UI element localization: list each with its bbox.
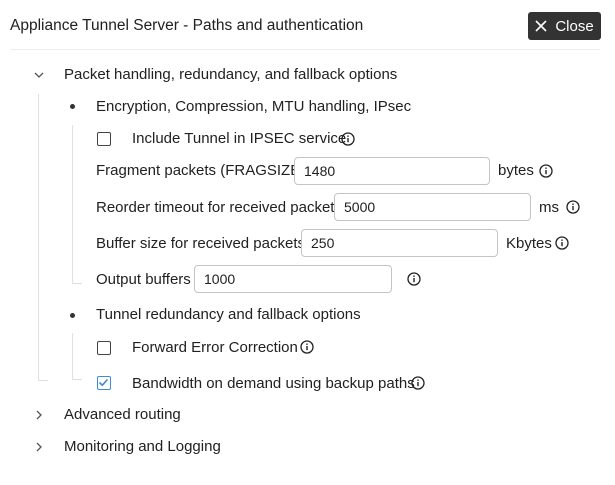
tree-line-end	[38, 380, 48, 381]
bandwidth-on-demand-checkbox[interactable]	[97, 376, 111, 390]
buffer-size-input[interactable]	[301, 229, 498, 257]
fragsize-unit: bytes	[498, 162, 534, 179]
info-icon[interactable]	[411, 376, 425, 395]
info-icon[interactable]	[566, 200, 580, 219]
check-icon	[98, 377, 110, 388]
info-icon[interactable]	[300, 340, 314, 359]
tree-line-end	[72, 379, 82, 380]
bullet-icon	[70, 104, 75, 109]
chevron-right-icon[interactable]	[34, 442, 44, 452]
reorder-timeout-label: Reorder timeout for received packets	[96, 199, 342, 216]
fec-checkbox[interactable]	[97, 341, 111, 355]
subsection-title-redundancy: Tunnel redundancy and fallback options	[96, 306, 361, 323]
dialog-title: Appliance Tunnel Server - Paths and auth…	[10, 17, 364, 34]
buffer-size-unit: Kbytes	[506, 235, 552, 252]
info-icon[interactable]	[539, 164, 553, 183]
buffer-size-label: Buffer size for received packets	[96, 235, 305, 252]
bandwidth-on-demand-label: Bandwidth on demand using backup paths	[132, 375, 415, 392]
info-icon[interactable]	[407, 272, 421, 291]
chevron-right-icon[interactable]	[34, 410, 44, 420]
fragsize-label: Fragment packets (FRAGSIZE)	[96, 162, 306, 179]
fec-label: Forward Error Correction	[132, 339, 298, 356]
close-label: Close	[555, 17, 594, 35]
output-buffers-label: Output buffers	[96, 271, 191, 288]
section-title-packet-handling[interactable]: Packet handling, redundancy, and fallbac…	[64, 66, 397, 83]
chevron-down-icon[interactable]	[34, 70, 44, 80]
close-icon	[535, 20, 547, 32]
reorder-timeout-unit: ms	[539, 199, 559, 216]
section-title-advanced-routing[interactable]: Advanced routing	[64, 406, 181, 423]
output-buffers-input[interactable]	[194, 265, 392, 293]
section-title-monitoring[interactable]: Monitoring and Logging	[64, 438, 221, 455]
tree-line	[72, 125, 73, 283]
fragsize-input[interactable]	[294, 157, 490, 185]
header-divider	[10, 49, 600, 50]
reorder-timeout-input[interactable]	[334, 193, 531, 221]
close-button[interactable]: Close	[528, 12, 601, 40]
tree-line	[72, 333, 73, 379]
tree-line	[38, 94, 39, 380]
tree-line-end	[72, 283, 82, 284]
subsection-title-encryption: Encryption, Compression, MTU handling, I…	[96, 98, 412, 115]
include-ipsec-checkbox[interactable]	[97, 132, 111, 146]
include-ipsec-label: Include Tunnel in IPSEC service	[132, 130, 347, 147]
info-icon[interactable]	[555, 236, 569, 255]
info-icon[interactable]	[341, 132, 355, 151]
bullet-icon	[70, 313, 75, 318]
